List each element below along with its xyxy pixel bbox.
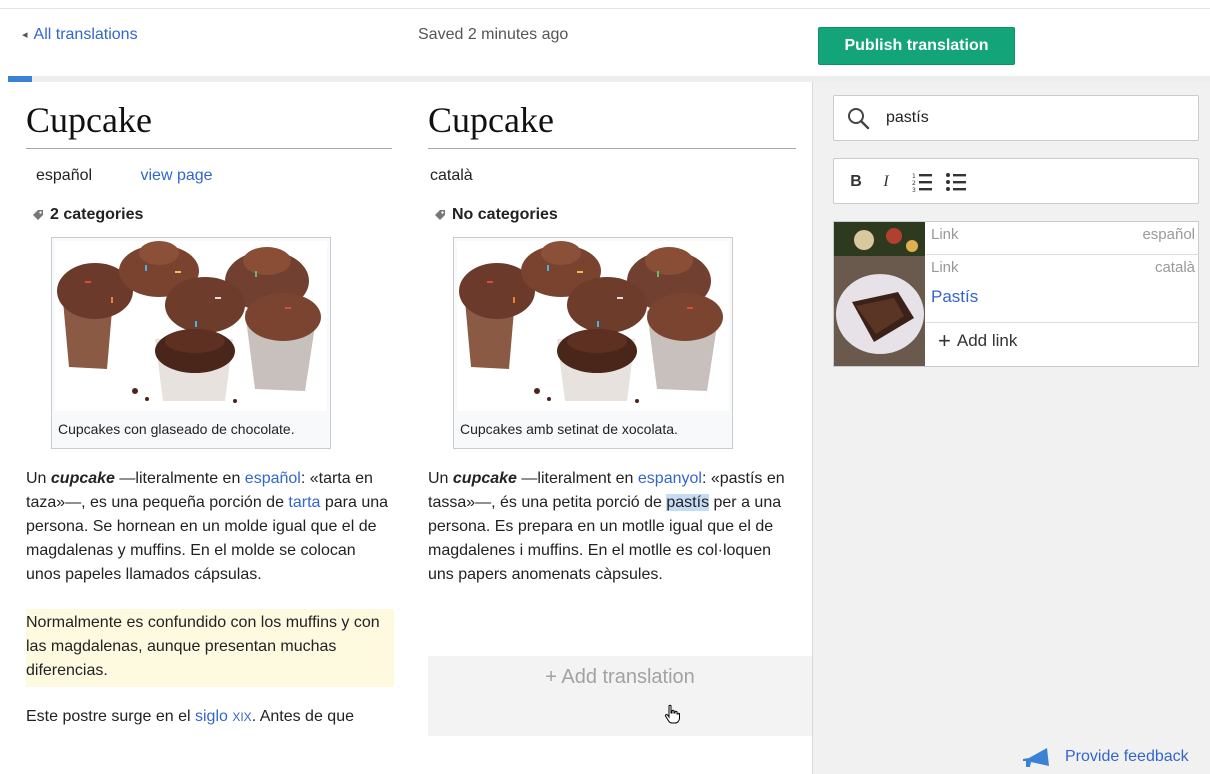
pastis-link[interactable]: Pastís: [931, 287, 978, 307]
publish-translation-button[interactable]: Publish translation: [818, 27, 1015, 65]
add-link-row: + Add link: [926, 323, 1199, 366]
text-run: —literalment en: [516, 470, 638, 487]
target-paragraph-1[interactable]: Un cupcake —literalment en espanyol: «pa…: [428, 467, 796, 587]
svg-text:3: 3: [912, 187, 916, 193]
source-language-row: español view page: [26, 167, 392, 187]
view-page-link[interactable]: view page: [141, 167, 213, 184]
target-language: català: [430, 167, 473, 184]
source-paragraph-2[interactable]: Normalmente es confundido con los muffin…: [26, 609, 394, 687]
text-run: Un: [428, 470, 453, 487]
source-image-caption: Cupcakes con glaseado de chocolate.: [58, 421, 295, 437]
link-card-image: [834, 222, 925, 366]
siglo-link[interactable]: siglo: [195, 708, 228, 725]
megaphone-icon: [1023, 748, 1049, 767]
bulleted-list-icon: [946, 173, 966, 191]
link-card: Link español Link català Pastís + Add li…: [833, 221, 1199, 367]
chevron-left-icon: ◂: [22, 29, 28, 41]
plus-icon: +: [938, 328, 951, 353]
source-language: español: [36, 167, 93, 184]
source-paragraph-3[interactable]: Este postre surge en el siglo XIX. Antes…: [26, 705, 392, 729]
numbered-list-button[interactable]: 1 2 3: [910, 170, 934, 194]
saved-status: Saved 2 minutes ago: [418, 26, 569, 43]
source-image-figure: Cupcakes con glaseado de chocolate.: [51, 237, 331, 449]
bold-term: cupcake: [50, 470, 115, 487]
espanyol-link[interactable]: espanyol: [638, 470, 702, 487]
provide-feedback-link[interactable]: Provide feedback: [1021, 746, 1189, 768]
italic-button[interactable]: I: [878, 170, 894, 194]
bulleted-list-button[interactable]: [944, 170, 968, 194]
text-run: . Antes de que: [251, 708, 354, 725]
link-target-language: català: [1154, 259, 1195, 276]
bold-term: cupcake: [452, 470, 517, 487]
formatting-toolbar: B I 1 2 3: [833, 158, 1199, 204]
target-title[interactable]: Cupcake: [428, 100, 796, 149]
link-source-label: Link: [931, 226, 959, 243]
link-source-language: español: [1142, 226, 1195, 243]
top-bar: ◂ All translations Saved 2 minutes ago Pu…: [0, 0, 1210, 76]
source-paragraph-1[interactable]: Un cupcake —literalmente en español: «ta…: [26, 467, 392, 587]
link-source-row: Link español: [926, 222, 1199, 255]
search-icon: [848, 108, 870, 130]
top-divider: [0, 8, 1210, 9]
text-run: Este postre surge en el: [26, 708, 195, 725]
target-image-caption[interactable]: Cupcakes amb setinat de xocolata.: [457, 411, 729, 437]
source-categories[interactable]: 2 categories: [26, 205, 392, 225]
search-box[interactable]: [833, 95, 1199, 141]
source-title: Cupcake: [26, 100, 392, 149]
espanol-link[interactable]: español: [245, 470, 301, 487]
tag-icon: [434, 209, 446, 221]
source-column: Cupcake español view page 2 categories C…: [26, 82, 394, 729]
tools-sidebar: B I 1 2 3: [812, 82, 1210, 774]
target-column: Cupcake català No categories Cupcakes am…: [428, 82, 796, 587]
source-categories-label: 2 categories: [50, 206, 144, 223]
target-language-row: català: [428, 167, 796, 187]
add-translation-label: + Add translation: [545, 666, 695, 688]
all-translations-label: All translations: [33, 26, 138, 43]
link-target-label: Link: [931, 259, 959, 276]
svg-text:1: 1: [912, 173, 916, 180]
text-run: —literalmente en: [114, 470, 245, 487]
add-link-label: Add link: [956, 331, 1018, 350]
provide-feedback-label: Provide feedback: [1065, 748, 1189, 765]
bold-button[interactable]: B: [848, 170, 864, 194]
target-categories[interactable]: No categories: [428, 205, 796, 225]
link-target-row: Link català Pastís: [926, 255, 1199, 323]
add-translation-button[interactable]: + Add translation: [428, 656, 812, 736]
selected-word-pastis[interactable]: pastís: [666, 494, 710, 511]
svg-text:2: 2: [912, 180, 916, 187]
hand-cursor-icon: [664, 704, 680, 724]
target-image-figure: Cupcakes amb setinat de xocolata.: [453, 237, 733, 449]
xix-link[interactable]: XIX: [232, 710, 251, 724]
tag-icon: [32, 209, 44, 221]
tarta-link[interactable]: tarta: [288, 494, 320, 511]
source-cupcakes-image[interactable]: [55, 241, 327, 411]
target-cupcakes-image[interactable]: [457, 241, 729, 411]
add-link-button[interactable]: + Add link: [938, 328, 1018, 353]
all-translations-link[interactable]: ◂ All translations: [22, 26, 138, 44]
numbered-list-icon: 1 2 3: [912, 173, 932, 193]
text-run: Un: [26, 470, 51, 487]
search-input[interactable]: [886, 106, 1186, 130]
target-categories-label: No categories: [452, 206, 558, 223]
